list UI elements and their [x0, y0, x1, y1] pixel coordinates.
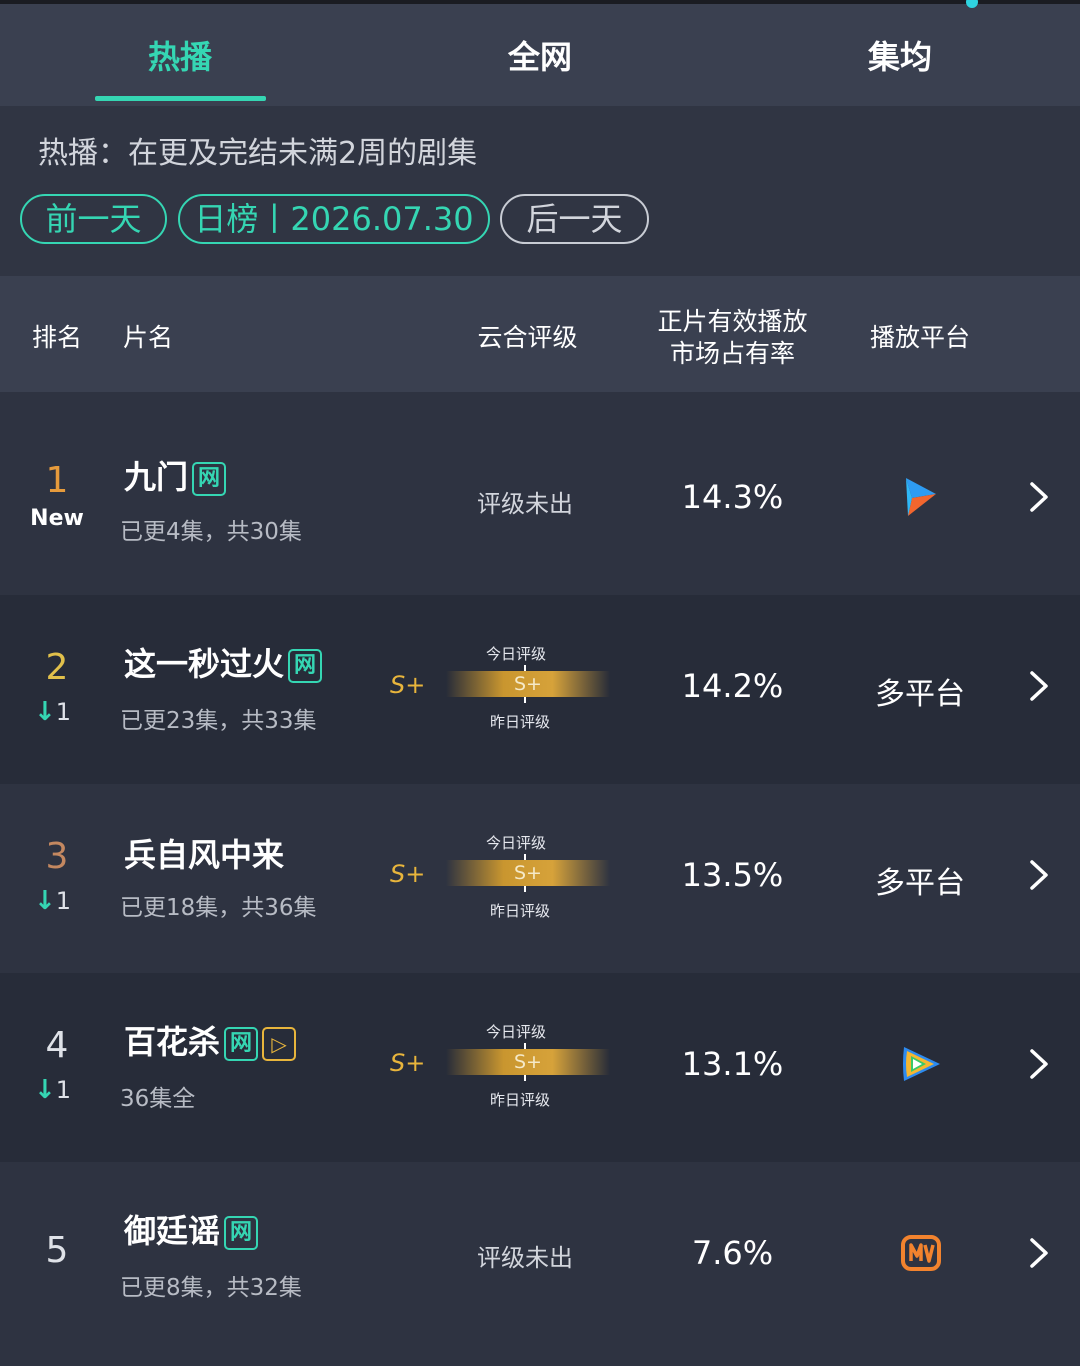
yesterday-rating-label: 昨日评级 [490, 1091, 551, 1109]
rank-number: 5 [45, 1230, 69, 1271]
platform-text: 多平台 [875, 677, 965, 712]
drama-title-text: 这一秒过火 [124, 645, 285, 683]
episode-status: 已更18集，共36集 [120, 895, 317, 921]
market-share: 7.6% [691, 1234, 774, 1272]
rating-grade: S+ 今日评级 S+ 昨日评级 [390, 832, 620, 932]
yesterday-rating-label: 昨日评级 [490, 902, 551, 920]
rank-change-value: 1 [55, 1076, 72, 1104]
drama-title: 御廷谣网 [124, 1206, 259, 1252]
market-share: 13.1% [681, 1045, 784, 1083]
arrow-down-icon: ↓ [34, 1075, 56, 1105]
yesterday-rating-label: 昨日评级 [490, 713, 551, 731]
web-badge: 网 [192, 462, 227, 496]
drama-title: 九门网 [124, 452, 227, 498]
indicator-dot [966, 0, 978, 8]
drama-title: 这一秒过火网 [124, 639, 323, 685]
top-tab-bar: 热播 全网 集均 [0, 0, 1080, 106]
market-share: 14.3% [681, 478, 784, 516]
episode-status: 已更23集，共33集 [120, 708, 317, 734]
rank-change: ↓1 [34, 886, 71, 916]
today-rating-label: 今日评级 [486, 834, 547, 852]
header-platform: 播放平台 [869, 323, 970, 352]
tab-all-network[interactable]: 全网 [420, 32, 660, 80]
table-row[interactable]: 5 御廷谣网 已更8集，共32集 评级未出 7.6% [0, 1162, 1080, 1366]
rating-grade-value: S+ [390, 1049, 426, 1077]
status-edge [0, 0, 1080, 4]
header-share-line1: 正片有效播放 [657, 307, 808, 336]
rating-grade-value: S+ [390, 671, 426, 699]
header-title: 片名 [122, 323, 173, 352]
rating-bar: S+ [446, 854, 610, 892]
web-badge: 网 [224, 1216, 259, 1250]
drama-title-text: 百花杀 [124, 1023, 221, 1061]
table-row[interactable]: 4 ↓1 百花杀网 ▷ 36集全 S+ 今日评级 S+ 昨日评级 13.1% [0, 973, 1080, 1162]
tick-bottom [524, 1075, 526, 1081]
today-rating-label: 今日评级 [486, 1023, 547, 1041]
prev-day-button[interactable]: 前一天 [20, 194, 167, 244]
tencent-video-icon [903, 1047, 940, 1081]
market-share: 13.5% [681, 856, 784, 894]
chevron-right-icon[interactable] [1024, 1047, 1054, 1081]
tab-episode-average[interactable]: 集均 [780, 32, 1020, 80]
rating-pending: 评级未出 [477, 490, 573, 518]
arrow-down-icon: ↓ [34, 697, 56, 727]
drama-title-text: 兵自风中来 [124, 836, 285, 874]
rank-number: 1 [45, 460, 69, 501]
rank-number: 3 [45, 836, 69, 877]
header-rank: 排名 [31, 323, 82, 352]
mango-tv-icon [901, 1235, 941, 1271]
chevron-right-icon[interactable] [1024, 480, 1054, 514]
rating-bar-grade: S+ [514, 673, 542, 695]
chevron-right-icon[interactable] [1024, 669, 1054, 703]
rating-bar: S+ [446, 1043, 610, 1081]
tick-bottom [524, 886, 526, 892]
youku-icon [906, 478, 936, 516]
list-description: 热播：在更及完结未满2周的剧集 [38, 136, 478, 171]
rating-grade: S+ 今日评级 S+ 昨日评级 [390, 1021, 620, 1121]
rating-bar: S+ [446, 665, 610, 703]
drama-title-text: 九门 [124, 458, 189, 496]
play-badge-icon: ▷ [262, 1027, 297, 1061]
platform-text: 多平台 [875, 866, 965, 901]
rating-bar-grade: S+ [514, 862, 542, 884]
table-row[interactable]: 1 New 九门网 已更4集，共30集 评级未出 14.3% [0, 392, 1080, 595]
rank-change: ↓1 [34, 697, 71, 727]
rank-number: 2 [45, 647, 69, 688]
web-badge: 网 [288, 649, 323, 683]
chevron-right-icon[interactable] [1024, 858, 1054, 892]
arrow-down-icon: ↓ [34, 886, 56, 916]
new-tag: New [30, 506, 84, 531]
episode-status: 已更8集，共32集 [120, 1275, 302, 1301]
table-header: 排名 片名 云合评级 正片有效播放 市场占有率 播放平台 [0, 276, 1080, 392]
filter-panel: 热播：在更及完结未满2周的剧集 前一天 日榜丨2026.07.30 后一天 [0, 106, 1080, 276]
rating-grade: S+ 今日评级 S+ 昨日评级 [390, 643, 620, 743]
header-rating: 云合评级 [477, 323, 578, 352]
tick-bottom [524, 697, 526, 703]
rank-number: 4 [45, 1025, 69, 1066]
rating-grade-value: S+ [390, 860, 426, 888]
episode-status: 36集全 [120, 1086, 196, 1112]
date-selector[interactable]: 日榜丨2026.07.30 [178, 194, 490, 244]
rank-change-value: 1 [55, 698, 72, 726]
rank-change-value: 1 [55, 887, 72, 915]
drama-title: 百花杀网 ▷ [124, 1017, 297, 1063]
active-tab-underline [95, 96, 266, 101]
table-row[interactable]: 3 ↓1 兵自风中来 已更18集，共36集 S+ 今日评级 S+ 昨日评级 13… [0, 784, 1080, 973]
header-share-line2: 市场占有率 [669, 339, 795, 368]
chevron-right-icon[interactable] [1024, 1236, 1054, 1270]
next-day-button[interactable]: 后一天 [500, 194, 649, 244]
today-rating-label: 今日评级 [486, 645, 547, 663]
web-badge: 网 [224, 1027, 259, 1061]
rank-change: ↓1 [34, 1075, 71, 1105]
drama-title-text: 御廷谣 [124, 1212, 221, 1250]
market-share: 14.2% [681, 667, 784, 705]
drama-title: 兵自风中来 [124, 830, 284, 876]
table-row[interactable]: 2 ↓1 这一秒过火网 已更23集，共33集 S+ 今日评级 S+ 昨日评级 1… [0, 595, 1080, 784]
episode-status: 已更4集，共30集 [120, 519, 302, 545]
tab-hot[interactable]: 热播 [60, 32, 300, 80]
rating-pending: 评级未出 [477, 1244, 573, 1272]
rating-bar-grade: S+ [514, 1051, 542, 1073]
